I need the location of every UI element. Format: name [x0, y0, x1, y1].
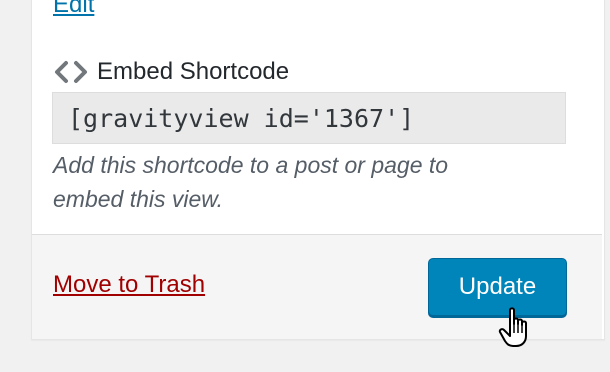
shortcode-field[interactable]: [gravityview id='1367']: [52, 92, 566, 144]
edit-link[interactable]: Edit: [53, 0, 94, 20]
hand-pointer-cursor-icon: [498, 306, 538, 350]
embed-shortcode-heading: Embed Shortcode: [53, 56, 289, 88]
help-text-line-2: embed this view.: [53, 186, 224, 212]
embed-shortcode-label: Embed Shortcode: [97, 58, 290, 85]
shortcode-help-text: Add this shortcode to a post or page to …: [53, 148, 573, 216]
code-brackets-icon: [53, 59, 89, 85]
help-text-line-1: Add this shortcode to a post or page to: [53, 152, 449, 178]
move-to-trash-link[interactable]: Move to Trash: [53, 270, 205, 300]
